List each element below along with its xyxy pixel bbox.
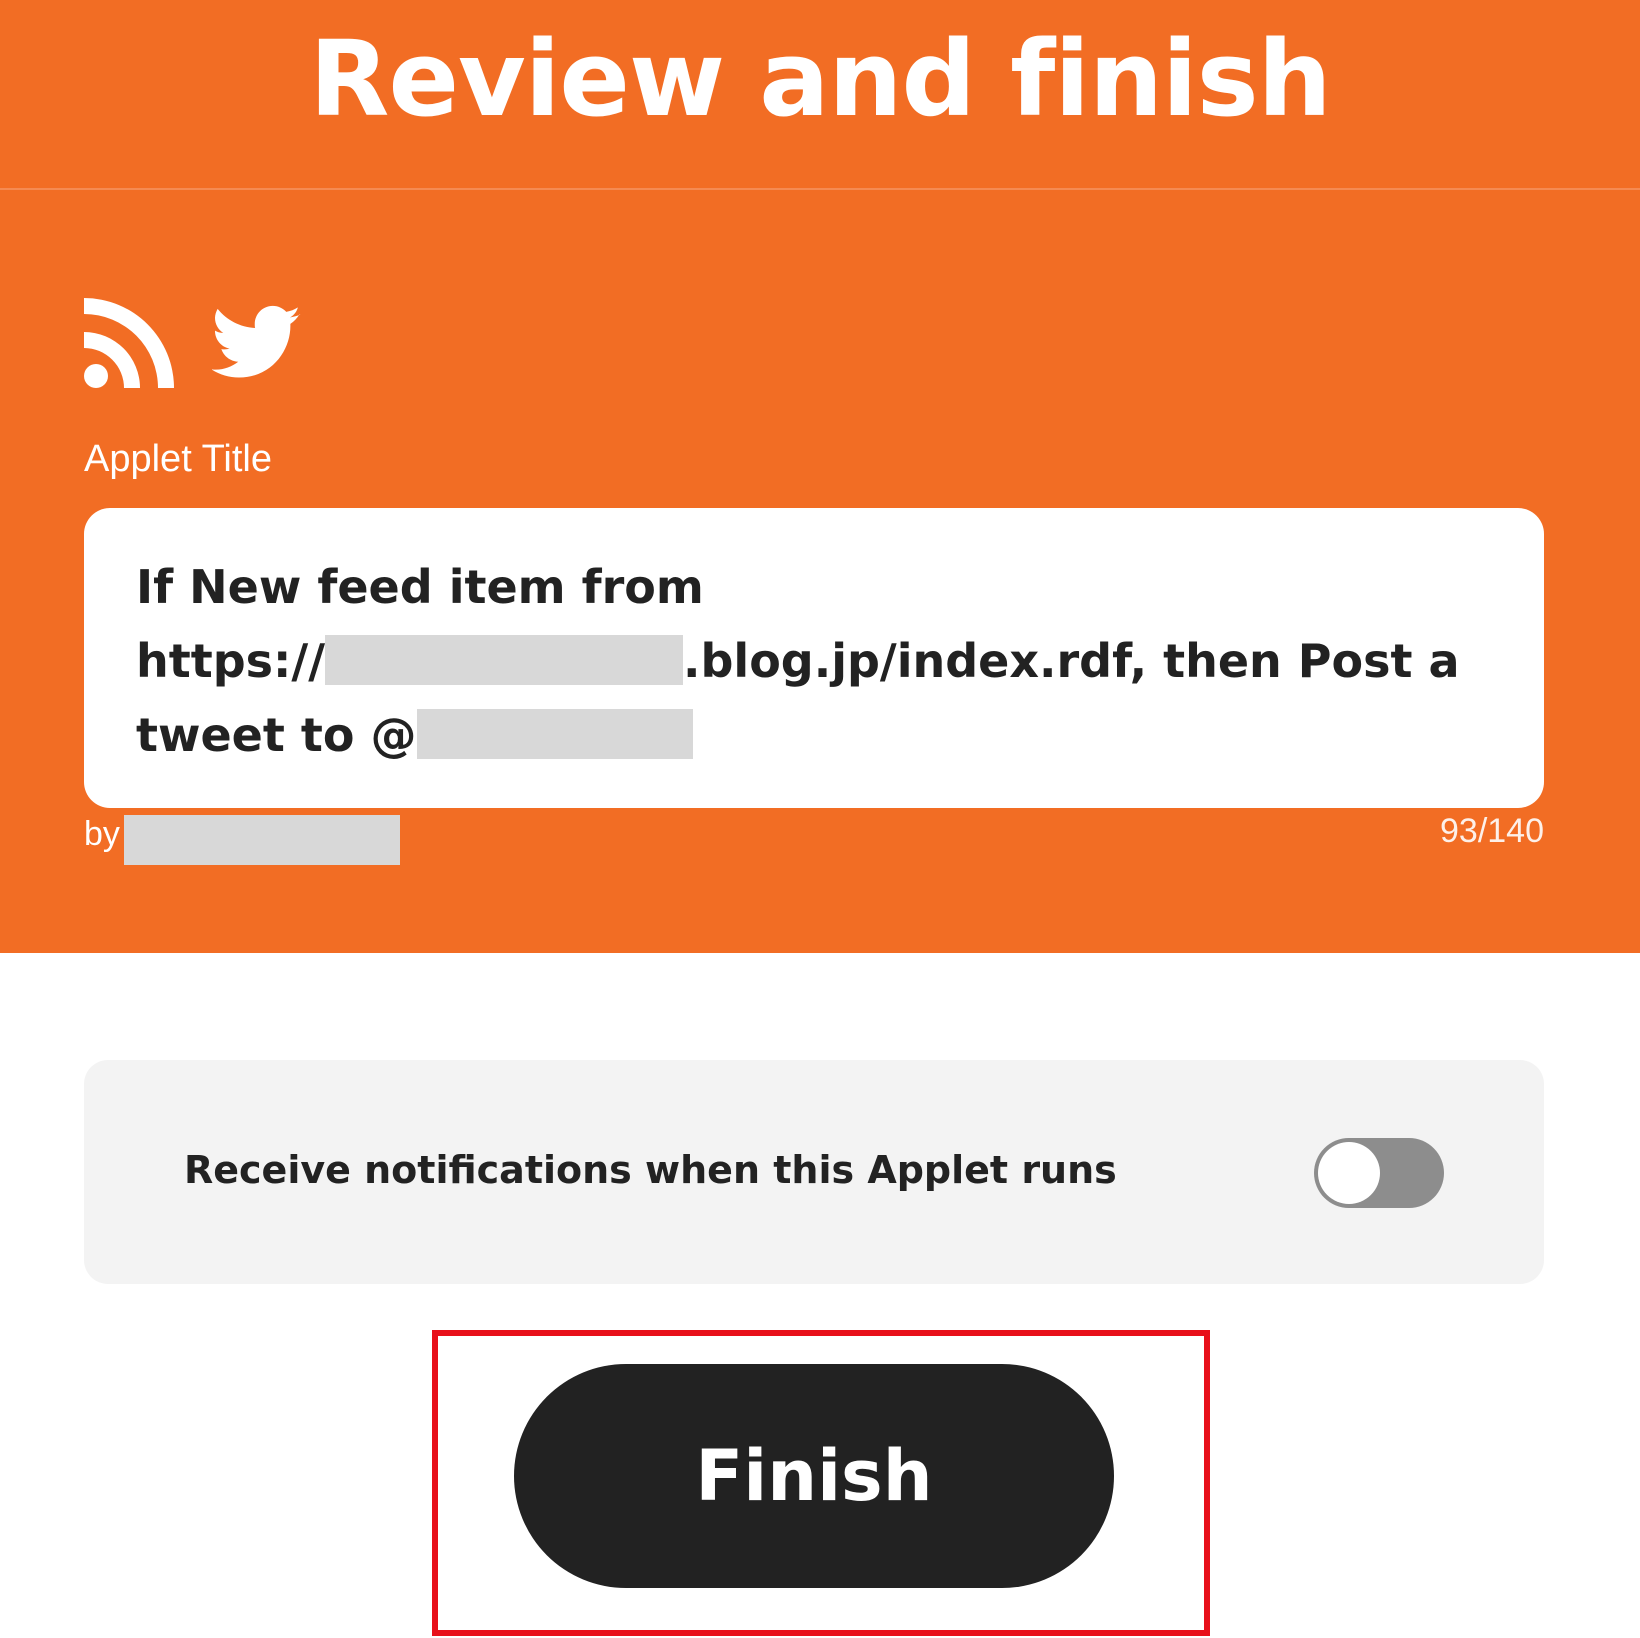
rss-icon [84,298,174,388]
header: Review and finish [0,0,1640,190]
finish-button[interactable]: Finish [514,1364,1114,1588]
applet-title-label: Applet Title [84,438,272,480]
title-line-3: tweet to @ [136,708,417,762]
title-url-prefix: https:// [136,634,326,688]
character-counter: 93/140 [1440,812,1544,850]
review-and-finish-screen: Review and finish Applet Title If New fe… [0,0,1640,1638]
byline-prefix: by [84,815,120,853]
redacted-author-name [123,815,400,865]
notifications-card: Receive notifications when this Applet r… [84,1060,1544,1284]
twitter-icon [212,305,302,381]
notifications-toggle[interactable] [1314,1138,1444,1208]
applet-title-field[interactable]: If New feed item from https:// .blog.jp/i… [84,508,1544,808]
title-line-1: If New feed item from [136,560,704,614]
redacted-twitter-handle [416,709,693,759]
service-icons [84,298,302,388]
notifications-label: Receive notifications when this Applet r… [184,1148,1117,1192]
toggle-knob [1318,1142,1380,1204]
page-title: Review and finish [309,18,1331,140]
redacted-blog-name [325,635,684,685]
title-url-suffix: .blog.jp/index.rdf, then Post a [683,634,1460,688]
author-byline: by [84,815,400,865]
applet-title-text[interactable]: If New feed item from https:// .blog.jp/i… [136,550,1492,772]
